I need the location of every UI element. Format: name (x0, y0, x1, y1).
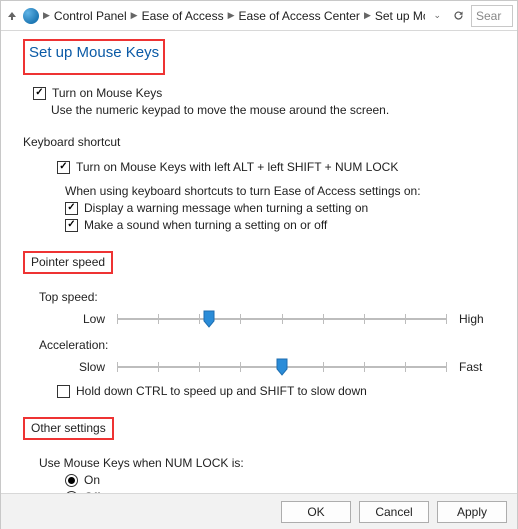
numlock-on-radio[interactable] (65, 474, 78, 487)
top-speed-high: High (453, 312, 501, 326)
when-using-text: When using keyboard shortcuts to turn Ea… (65, 184, 501, 198)
crumb-control-panel[interactable]: Control Panel (52, 9, 129, 23)
search-placeholder: Sear (476, 9, 501, 23)
keyboard-shortcut-heading: Keyboard shortcut (23, 135, 120, 149)
acceleration-slider-row: Slow Fast (53, 356, 501, 378)
turn-on-mouse-keys-row[interactable]: Turn on Mouse Keys (33, 86, 501, 100)
acceleration-slider[interactable] (117, 356, 447, 378)
control-panel-icon (23, 8, 39, 24)
numlock-off-radio[interactable] (65, 491, 78, 494)
acceleration-thumb[interactable] (276, 358, 288, 376)
top-speed-low: Low (53, 312, 111, 326)
content-area: Set up Mouse Keys Turn on Mouse Keys Use… (1, 31, 517, 493)
accel-fast: Fast (453, 360, 501, 374)
history-chevron[interactable]: ⌄ (429, 10, 445, 21)
address-bar: ▶ Control Panel ▶ Ease of Access ▶ Ease … (1, 1, 517, 31)
top-speed-slider[interactable] (117, 308, 447, 330)
sound-row[interactable]: Make a sound when turning a setting on o… (65, 218, 501, 232)
crumb-ease-of-access[interactable]: Ease of Access (140, 9, 226, 23)
numlock-on-row[interactable]: On (65, 473, 501, 487)
numlock-off-label: Off (84, 490, 100, 493)
ok-button[interactable]: OK (281, 501, 351, 523)
search-input[interactable]: Sear (471, 5, 513, 27)
shortcut-turn-on-row[interactable]: Turn on Mouse Keys with left ALT + left … (57, 160, 501, 174)
turn-on-mouse-keys-label: Turn on Mouse Keys (52, 86, 162, 100)
when-using-label: When using keyboard shortcuts to turn Ea… (65, 184, 421, 198)
accel-slow: Slow (53, 360, 111, 374)
hold-ctrl-row[interactable]: Hold down CTRL to speed up and SHIFT to … (57, 384, 501, 398)
shortcut-turn-on-checkbox[interactable] (57, 161, 70, 174)
top-speed-thumb[interactable] (203, 310, 215, 328)
warning-checkbox[interactable] (65, 202, 78, 215)
warning-row[interactable]: Display a warning message when turning a… (65, 201, 501, 215)
refresh-button[interactable] (449, 7, 467, 25)
acceleration-label: Acceleration: (39, 338, 501, 352)
pointer-speed-heading: Pointer speed (23, 251, 113, 274)
shortcut-turn-on-label: Turn on Mouse Keys with left ALT + left … (76, 160, 398, 174)
apply-button[interactable]: Apply (437, 501, 507, 523)
cancel-button[interactable]: Cancel (359, 501, 429, 523)
crumb-set-up-mouse-keys[interactable]: Set up Mouse Keys (373, 9, 426, 23)
top-speed-slider-row: Low High (53, 308, 501, 330)
page-title: Set up Mouse Keys (29, 44, 159, 61)
sound-checkbox[interactable] (65, 219, 78, 232)
turn-on-mouse-keys-checkbox[interactable] (33, 87, 46, 100)
crumb-ease-of-access-center[interactable]: Ease of Access Center (237, 9, 362, 23)
sound-label: Make a sound when turning a setting on o… (84, 218, 327, 232)
breadcrumb: ▶ Control Panel ▶ Ease of Access ▶ Ease … (43, 9, 425, 23)
hold-ctrl-checkbox[interactable] (57, 385, 70, 398)
page-title-highlight: Set up Mouse Keys (23, 39, 165, 75)
warning-label: Display a warning message when turning a… (84, 201, 368, 215)
hold-ctrl-label: Hold down CTRL to speed up and SHIFT to … (76, 384, 367, 398)
other-settings-heading: Other settings (23, 417, 114, 440)
numlock-label: Use Mouse Keys when NUM LOCK is: (39, 456, 501, 470)
up-button[interactable] (5, 8, 19, 24)
top-speed-label: Top speed: (39, 290, 501, 304)
turn-on-help-text: Use the numeric keypad to move the mouse… (51, 103, 501, 117)
dialog-footer: OK Cancel Apply (1, 493, 517, 529)
numlock-on-label: On (84, 473, 100, 487)
